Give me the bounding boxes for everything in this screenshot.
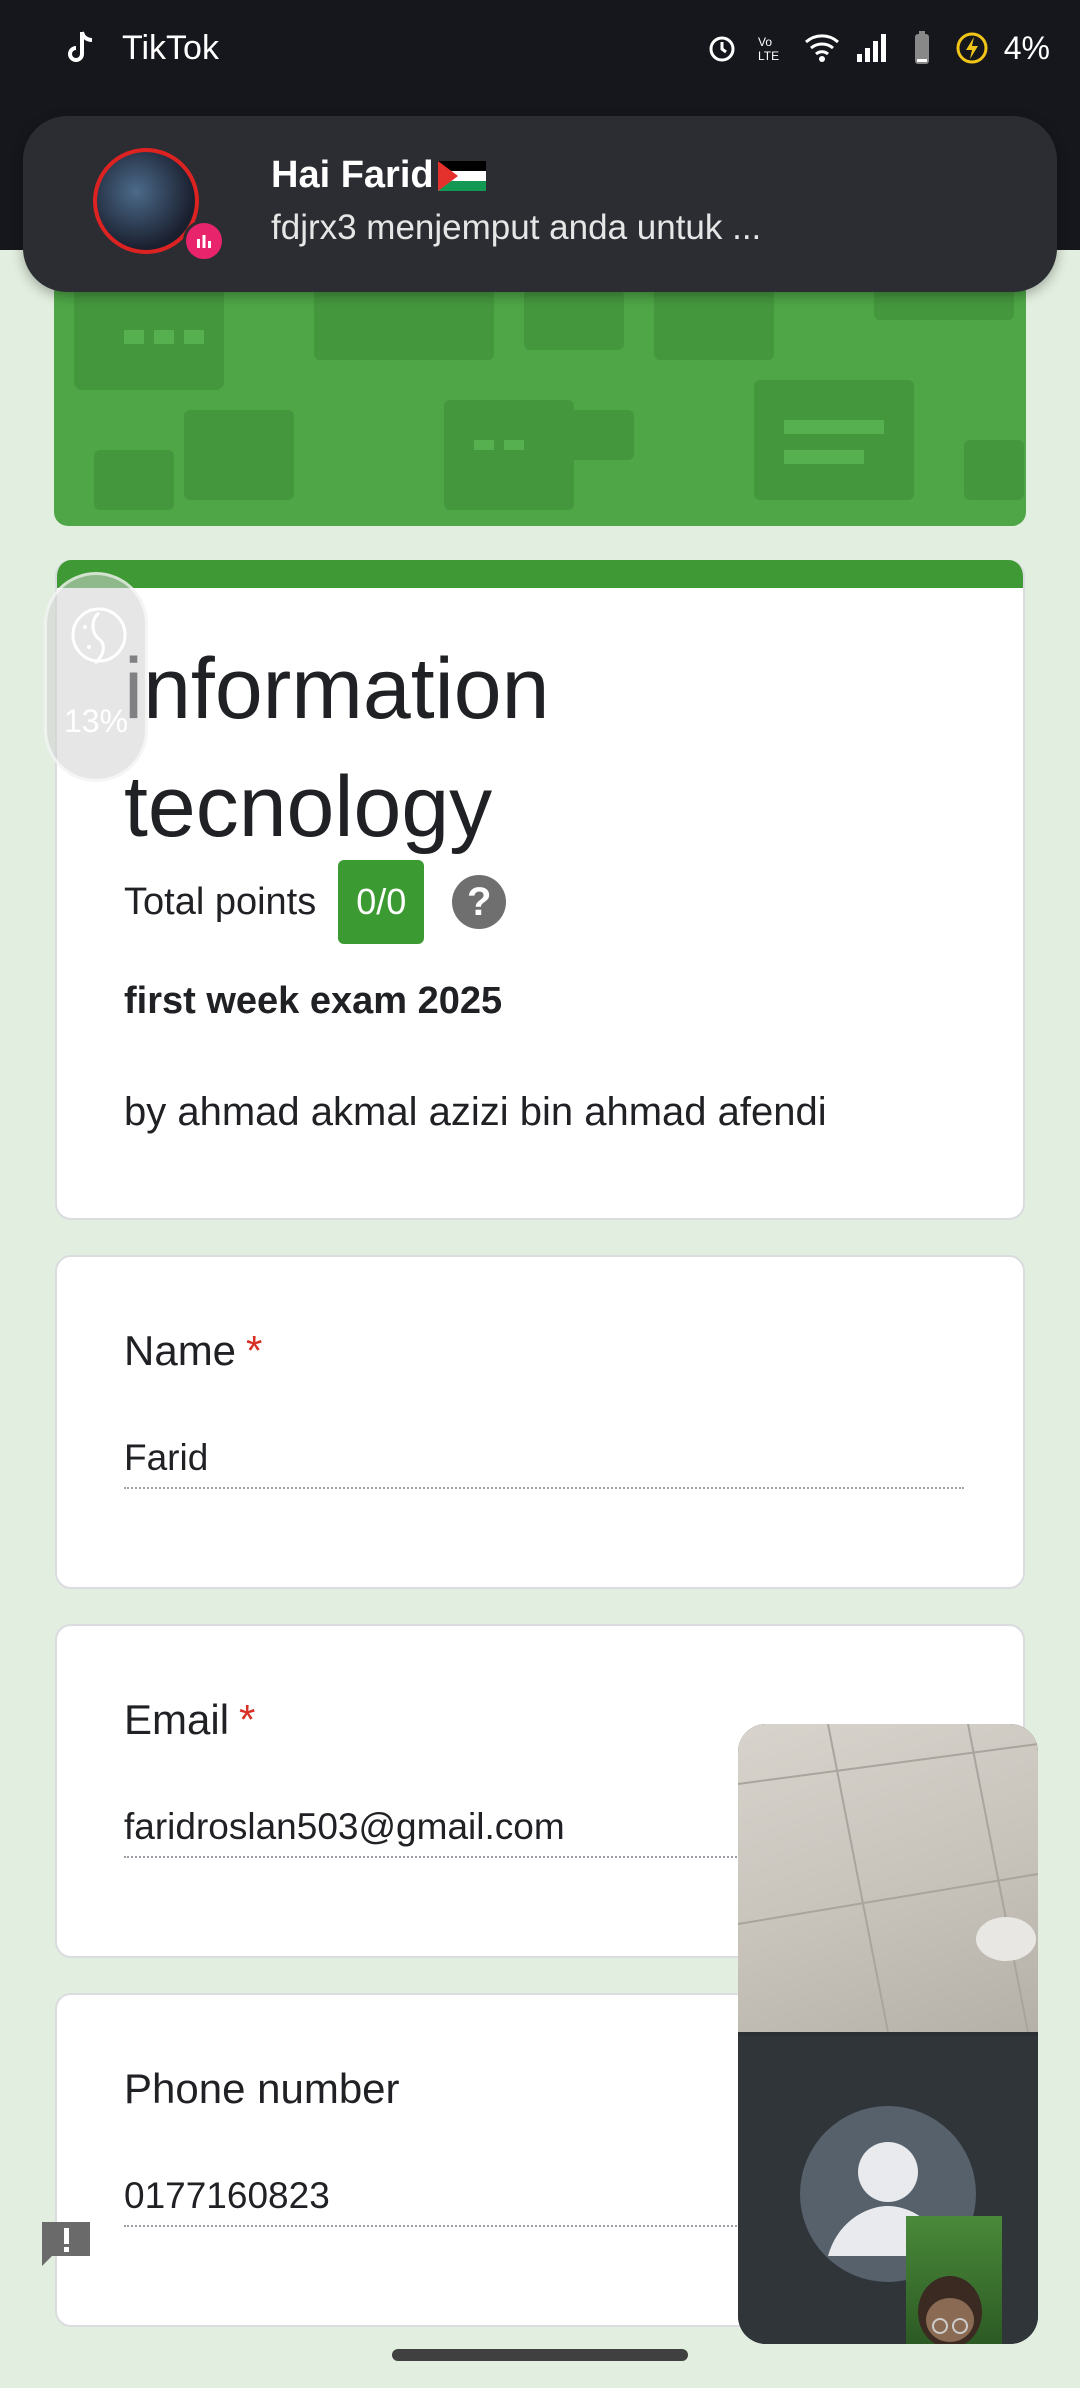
question-label: Phone number: [124, 2065, 400, 2112]
report-feedback-icon[interactable]: [38, 2218, 94, 2270]
title-accent-bar: [57, 560, 1023, 588]
self-camera-preview[interactable]: [906, 2216, 1002, 2344]
required-asterisk: *: [246, 1327, 263, 1374]
total-points-label: Total points: [124, 880, 317, 923]
local-video-tile: [738, 2036, 1038, 2344]
battery-icon: [904, 30, 940, 66]
form-subtitle: first week exam 2025: [124, 980, 503, 1022]
form-title-card: information tecnology Total points 0/0 ?…: [55, 560, 1025, 1220]
name-answer-field[interactable]: Farid: [124, 1437, 964, 1489]
help-icon[interactable]: ?: [452, 875, 507, 929]
question-card-name: Name * Farid: [55, 1255, 1025, 1589]
charging-icon: [954, 30, 990, 66]
remote-video-feed: [738, 1724, 1038, 2033]
palestine-flag-icon: [437, 160, 486, 191]
tiktok-icon: [62, 30, 98, 66]
alarm-icon: [704, 30, 740, 66]
svg-text:LTE: LTE: [758, 49, 779, 63]
signal-icon: [854, 30, 890, 66]
face-icon: [71, 607, 127, 665]
video-call-window[interactable]: [738, 1724, 1038, 2344]
assistant-bubble[interactable]: 13%: [44, 572, 148, 782]
notification-message: fdjrx3 menjemput anda untuk ...: [271, 208, 762, 247]
status-icons: Vo LTE 4%: [704, 26, 1050, 70]
wifi-icon: [804, 30, 840, 66]
status-app-name: TikTok: [122, 28, 219, 67]
live-badge-icon: [183, 220, 225, 262]
form-title-line1: information: [124, 641, 550, 737]
notification-title: Hai Farid: [271, 154, 486, 197]
points-badge: 0/0: [338, 860, 425, 944]
form-title-line2: tecnology: [124, 759, 493, 855]
question-label: Email *: [124, 1696, 256, 1743]
total-points-row: Total points 0/0 ?: [124, 860, 507, 944]
home-indicator[interactable]: [392, 2349, 688, 2361]
assistant-percent: 13%: [63, 703, 129, 739]
notification-banner[interactable]: Hai Farid fdjrx3 menjemput anda untuk ..…: [23, 116, 1057, 292]
status-app: TikTok: [62, 26, 219, 70]
question-label: Name *: [124, 1327, 263, 1374]
form-title: information tecnology: [124, 630, 824, 866]
volte-icon: Vo LTE: [754, 30, 790, 66]
battery-percent: 4%: [1003, 29, 1050, 66]
required-asterisk: *: [239, 1696, 256, 1743]
form-description: by ahmad akmal azizi bin ahmad afendi: [124, 1090, 827, 1134]
svg-text:Vo: Vo: [758, 35, 772, 49]
